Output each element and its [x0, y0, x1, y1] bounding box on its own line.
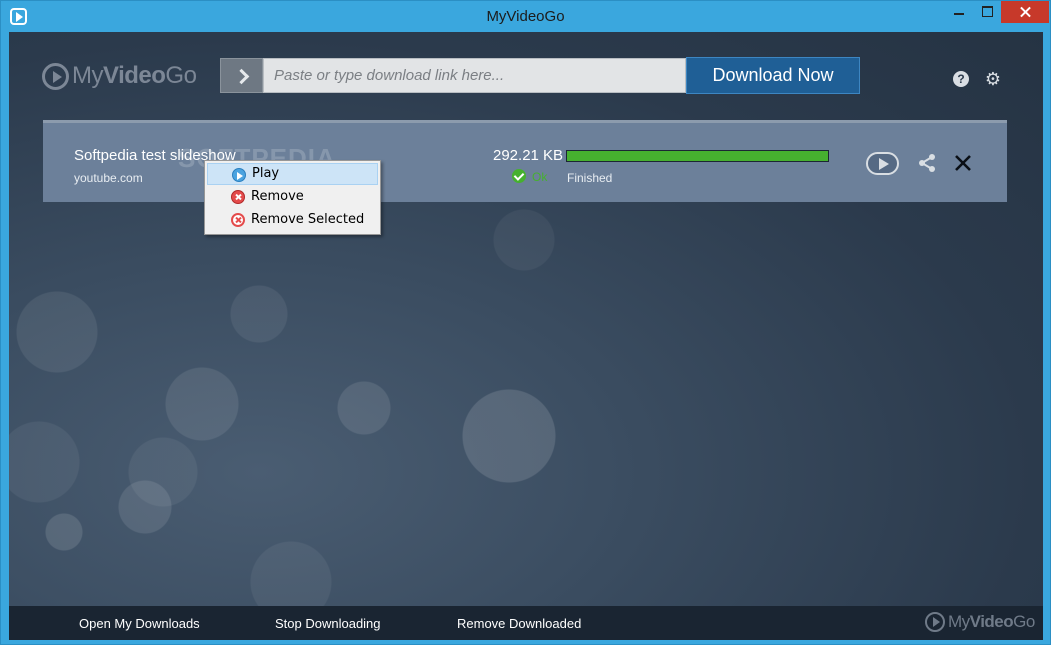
- remove-downloaded-link[interactable]: Remove Downloaded: [457, 616, 581, 631]
- logo-play-icon: [42, 62, 69, 90]
- main-content: MyVideoGo Paste or type download link he…: [9, 32, 1043, 606]
- footer-logo-text-my: My: [948, 612, 970, 631]
- remove-selected-icon: [231, 213, 245, 227]
- minimize-button[interactable]: [945, 1, 973, 23]
- footer-logo-text-video: Video: [969, 612, 1014, 631]
- context-menu-play[interactable]: Play: [207, 163, 378, 185]
- download-progress-bar: [566, 150, 829, 162]
- logo-text-my: My: [72, 62, 104, 89]
- progress-fill: [567, 151, 828, 161]
- download-status: Finished: [567, 171, 613, 185]
- context-menu-remove-selected-label: Remove Selected: [251, 212, 365, 227]
- maximize-button[interactable]: [973, 1, 1001, 23]
- remove-item-icon[interactable]: [953, 153, 973, 173]
- ok-label: Ok: [532, 170, 548, 184]
- stop-downloading-link[interactable]: Stop Downloading: [275, 616, 381, 631]
- remove-icon: [231, 190, 245, 204]
- app-window: MyVideoGo MyVideoGo Paste or type downlo…: [0, 0, 1051, 645]
- close-window-button[interactable]: [1001, 1, 1049, 23]
- context-menu-remove-label: Remove: [251, 189, 304, 204]
- help-icon[interactable]: ?: [953, 71, 969, 87]
- open-my-downloads-link[interactable]: Open My Downloads: [79, 616, 200, 631]
- footer-logo-text-go: Go: [1013, 612, 1035, 631]
- context-menu: Play Remove Remove Selected: [204, 160, 381, 235]
- title-bar[interactable]: MyVideoGo: [1, 1, 1050, 32]
- url-input[interactable]: Paste or type download link here...: [263, 58, 686, 93]
- context-menu-remove-selected[interactable]: Remove Selected: [207, 209, 378, 231]
- footer-logo: MyVideoGo: [925, 612, 1035, 632]
- context-menu-play-label: Play: [252, 166, 280, 181]
- share-icon[interactable]: [917, 153, 937, 173]
- footer-bar: Open My Downloads Stop Downloading Remov…: [9, 606, 1043, 640]
- app-logo: MyVideoGo: [42, 61, 197, 91]
- download-source: youtube.com: [74, 171, 143, 185]
- logo-text: MyVideoGo: [72, 62, 197, 90]
- window-title: MyVideoGo: [486, 8, 565, 25]
- play-icon: [232, 168, 246, 182]
- footer-logo-text: MyVideoGo: [948, 612, 1035, 632]
- download-item[interactable]: SOFTPEDIA Softpedia test slideshow youtu…: [43, 120, 1007, 202]
- gear-icon[interactable]: ⚙: [984, 70, 1002, 88]
- url-go-button[interactable]: [220, 58, 263, 93]
- logo-text-video: Video: [103, 62, 166, 89]
- footer-logo-play-icon: [925, 612, 945, 632]
- context-menu-remove[interactable]: Remove: [207, 186, 378, 208]
- ok-check-icon: [512, 169, 526, 183]
- download-now-button[interactable]: Download Now: [686, 57, 860, 94]
- play-video-button[interactable]: [866, 152, 899, 175]
- download-size: 292.21 KB: [493, 147, 564, 164]
- logo-text-go: Go: [165, 62, 197, 89]
